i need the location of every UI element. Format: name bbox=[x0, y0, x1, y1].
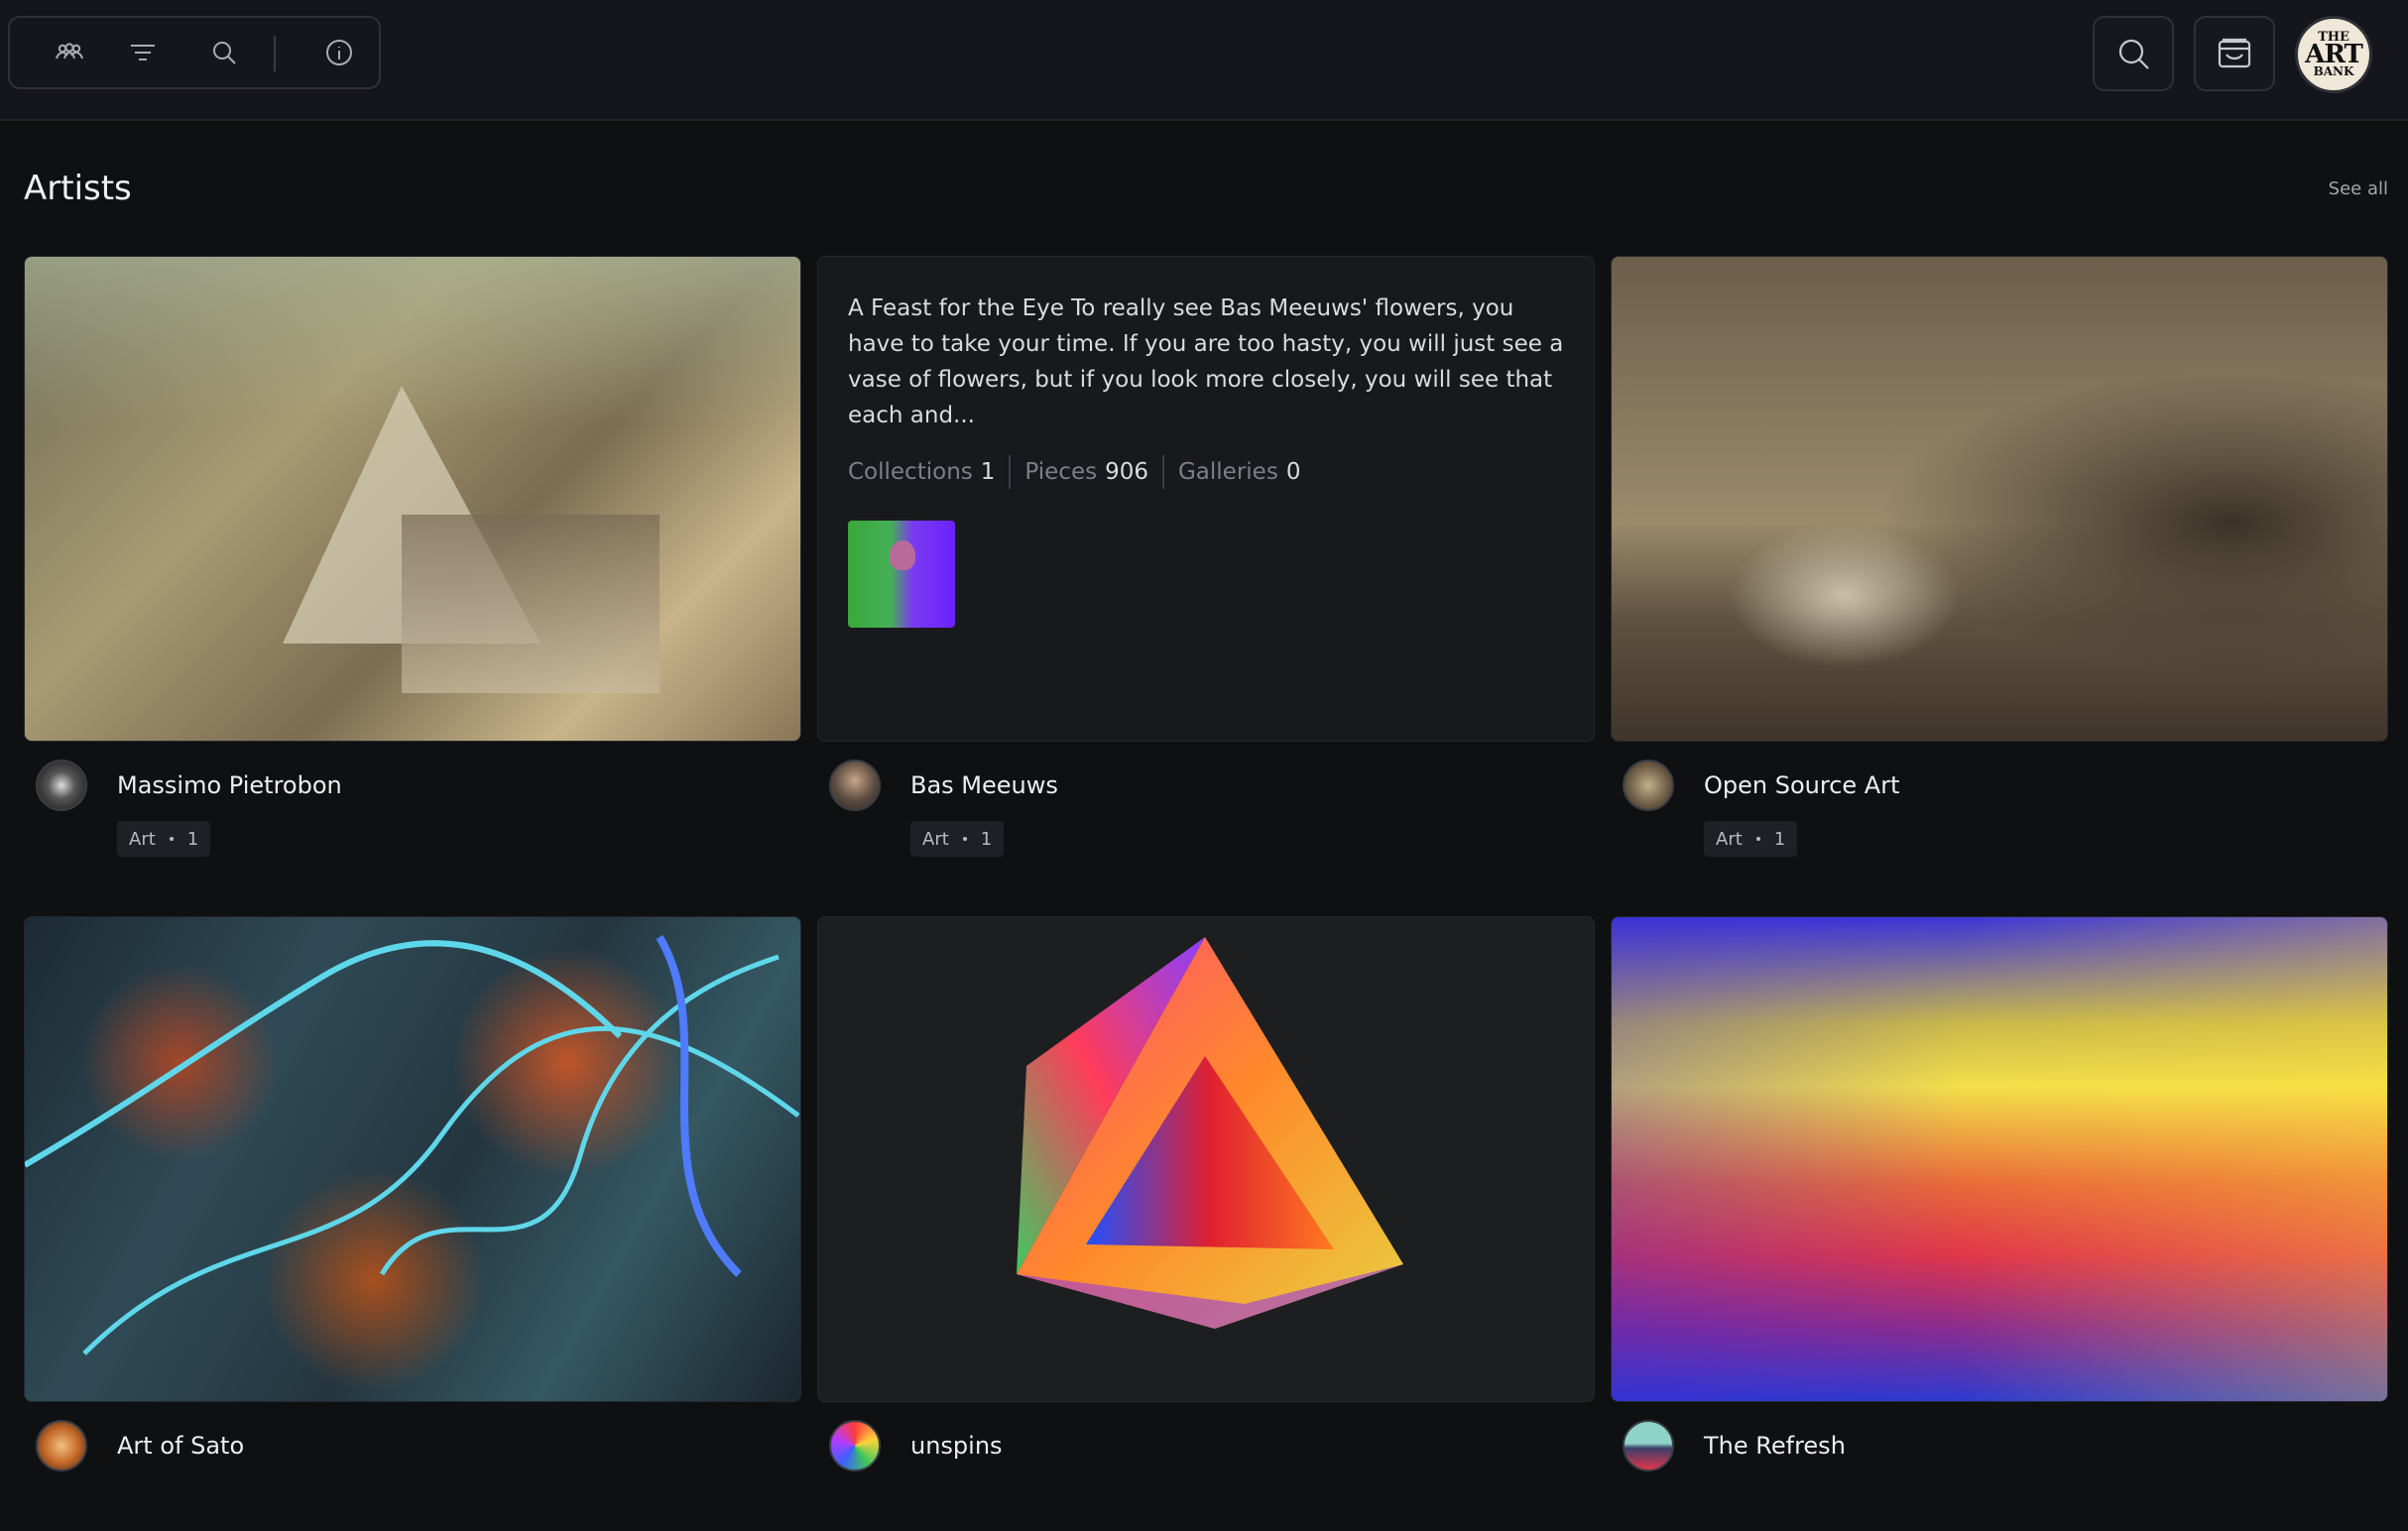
artist-card[interactable]: A Feast for the Eye To really see Bas Me… bbox=[817, 256, 1595, 871]
avatar[interactable] bbox=[829, 1420, 881, 1472]
artist-meta: The Refresh bbox=[1611, 1402, 2388, 1531]
stat-value: 0 bbox=[1285, 459, 1301, 485]
stat-divider bbox=[1009, 455, 1012, 489]
users-icon[interactable] bbox=[48, 31, 91, 74]
category-tag[interactable]: Art 1 bbox=[1704, 821, 1798, 857]
search-icon[interactable] bbox=[202, 31, 246, 74]
category-tag[interactable]: Art 1 bbox=[117, 821, 211, 857]
artist-card[interactable]: Open Source Art Art 1 bbox=[1611, 256, 2388, 871]
artist-name[interactable]: Massimo Pietrobon bbox=[117, 771, 342, 799]
artist-card[interactable]: unspins bbox=[817, 916, 1595, 1531]
collection-thumbnail[interactable] bbox=[848, 521, 955, 628]
artist-name[interactable]: The Refresh bbox=[1704, 1432, 1846, 1460]
top-bar: THE ART BANK bbox=[0, 0, 2408, 121]
stat-value: 1 bbox=[980, 459, 996, 485]
artist-artwork-image[interactable] bbox=[24, 256, 801, 742]
filter-icon[interactable] bbox=[121, 31, 165, 74]
tag-count: 1 bbox=[1773, 828, 1786, 850]
dot-separator bbox=[169, 837, 174, 841]
artist-name[interactable]: Bas Meeuws bbox=[910, 771, 1058, 799]
stat-value: 906 bbox=[1105, 459, 1148, 485]
stat-label: Collections bbox=[848, 459, 973, 485]
avatar[interactable] bbox=[36, 1420, 87, 1472]
search-icon bbox=[2118, 39, 2149, 69]
artist-meta: Bas Meeuws Art 1 bbox=[817, 742, 1595, 871]
artist-name[interactable]: Open Source Art bbox=[1704, 771, 1899, 799]
artist-card[interactable]: The Refresh bbox=[1611, 916, 2388, 1531]
avatar[interactable] bbox=[829, 760, 881, 811]
art-bank-logo[interactable]: THE ART BANK bbox=[2295, 16, 2372, 93]
artist-card[interactable]: Massimo Pietrobon Art 1 bbox=[24, 256, 801, 871]
artist-name[interactable]: Art of Sato bbox=[117, 1432, 244, 1460]
dot-separator bbox=[962, 837, 967, 841]
tag-label: Art bbox=[129, 828, 156, 850]
artist-artwork-image[interactable] bbox=[817, 916, 1595, 1402]
logo-line-2: ART bbox=[2305, 39, 2363, 69]
category-tag[interactable]: Art 1 bbox=[910, 821, 1005, 857]
avatar[interactable] bbox=[36, 760, 87, 811]
artist-card[interactable]: Art of Sato bbox=[24, 916, 801, 1531]
artist-meta: unspins bbox=[817, 1402, 1595, 1531]
logo-line-3: BANK bbox=[2313, 64, 2354, 79]
avatar[interactable] bbox=[1623, 1420, 1674, 1472]
artist-meta: Art of Sato bbox=[24, 1402, 801, 1531]
wallet-button[interactable] bbox=[2194, 16, 2275, 91]
stat-label: Pieces bbox=[1024, 459, 1098, 485]
tag-label: Art bbox=[922, 828, 949, 850]
tag-count: 1 bbox=[186, 828, 199, 850]
tag-count: 1 bbox=[980, 828, 993, 850]
artist-artwork-image[interactable] bbox=[24, 916, 801, 1402]
section-title: Artists bbox=[24, 169, 132, 208]
artist-meta: Massimo Pietrobon Art 1 bbox=[24, 742, 801, 871]
global-search-button[interactable] bbox=[2093, 16, 2174, 91]
stat-divider bbox=[1161, 455, 1164, 489]
artist-meta: Open Source Art Art 1 bbox=[1611, 742, 2388, 871]
tag-label: Art bbox=[1716, 828, 1743, 850]
artist-artwork-image[interactable] bbox=[1611, 256, 2388, 742]
artist-description: A Feast for the Eye To really see Bas Me… bbox=[848, 295, 1564, 428]
see-all-link[interactable]: See all bbox=[2329, 178, 2388, 199]
dot-separator bbox=[1755, 837, 1760, 841]
artist-name[interactable]: unspins bbox=[910, 1432, 1003, 1460]
artist-stats: Collections 1 Pieces 906 Galleries 0 bbox=[848, 455, 1564, 489]
artwork-strokes bbox=[25, 934, 800, 1355]
info-icon[interactable] bbox=[317, 31, 361, 74]
avatar[interactable] bbox=[1623, 760, 1674, 811]
artist-description-panel[interactable]: A Feast for the Eye To really see Bas Me… bbox=[817, 256, 1595, 742]
stat-label: Galleries bbox=[1177, 459, 1278, 485]
artwork-cube bbox=[1017, 937, 1403, 1329]
wallet-icon bbox=[2218, 38, 2251, 68]
artist-artwork-image[interactable] bbox=[1611, 916, 2388, 1402]
toolbar bbox=[8, 16, 381, 89]
toolbar-divider bbox=[274, 36, 276, 71]
